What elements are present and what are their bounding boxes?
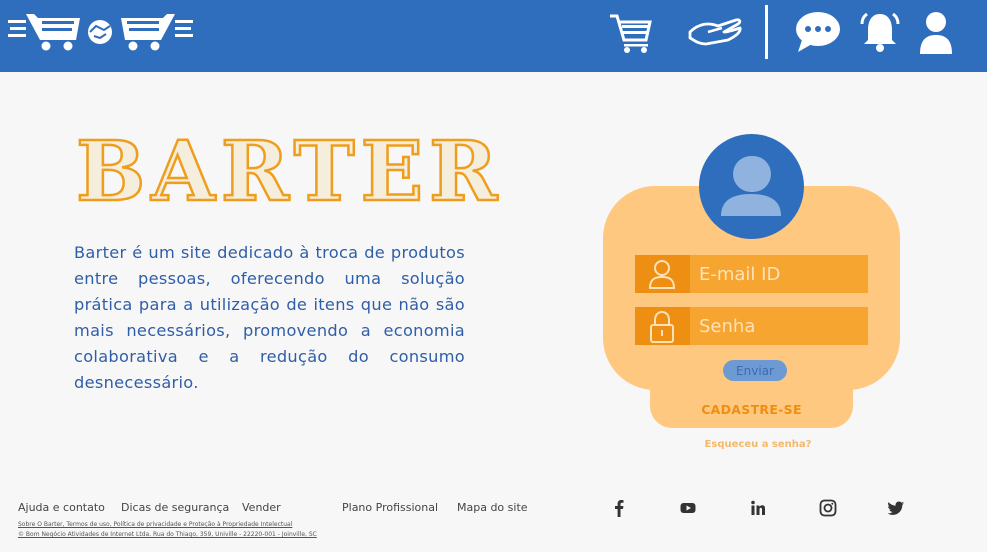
shopping-cart-icon[interactable]	[608, 10, 652, 54]
user-icon[interactable]	[916, 10, 956, 54]
bell-icon[interactable]	[858, 10, 902, 54]
facebook-icon[interactable]	[609, 498, 629, 518]
top-header	[0, 0, 987, 72]
legal-company-info: © Bom Negócio Atividades de Internet Ltd…	[18, 531, 317, 538]
email-input[interactable]	[691, 255, 869, 293]
footer-link-help[interactable]: Ajuda e contato	[18, 501, 105, 514]
brand-title-text: BARTER	[76, 126, 503, 206]
brand-title: BARTER	[75, 126, 503, 206]
forgot-password-link[interactable]: Esqueceu a senha?	[650, 439, 866, 450]
password-field	[635, 307, 869, 345]
youtube-icon[interactable]	[678, 498, 698, 518]
register-link[interactable]: CADASTRE-SE	[650, 402, 853, 417]
footer-link-pro-plan[interactable]: Plano Profissional	[342, 501, 438, 514]
legal-links[interactable]: Sobre O Barter, Termos de uso, Política …	[18, 521, 292, 528]
password-field-icon-box	[635, 307, 690, 345]
handshake-icon[interactable]	[688, 10, 742, 54]
email-field-icon-box	[635, 255, 690, 293]
twitter-icon[interactable]	[886, 498, 906, 518]
header-divider	[765, 5, 768, 59]
email-field	[635, 255, 869, 293]
footer-link-safety-tips[interactable]: Dicas de segurança	[121, 501, 229, 514]
footer-link-sell[interactable]: Vender	[242, 501, 281, 514]
avatar-user-icon	[721, 156, 781, 216]
password-input[interactable]	[691, 307, 869, 345]
chat-icon[interactable]	[794, 10, 842, 54]
footer-link-sitemap[interactable]: Mapa do site	[457, 501, 528, 514]
lock-icon	[650, 310, 674, 343]
linkedin-icon[interactable]	[748, 498, 768, 518]
avatar	[699, 134, 804, 239]
brand-description: Barter é um site dedicado à troca de pro…	[74, 243, 465, 392]
barter-logo[interactable]	[8, 6, 193, 52]
instagram-icon[interactable]	[818, 498, 838, 518]
submit-button[interactable]: Enviar	[723, 360, 787, 381]
user-outline-icon	[648, 260, 676, 289]
